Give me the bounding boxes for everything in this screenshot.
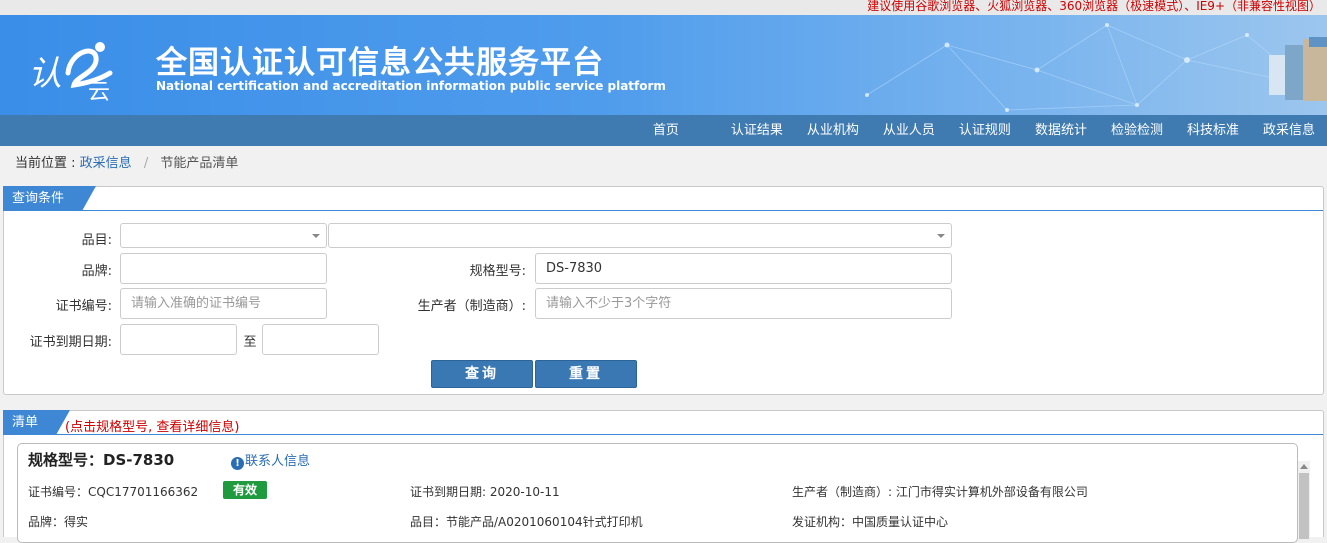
browser-recommendation-note: 建议使用谷歌浏览器、火狐浏览器、360浏览器（极速模式）、IE9+（非兼容性视图… xyxy=(0,0,1327,15)
list-item: 规格型号：DS-7830 ! 联系人信息 证书编号：CQC17701166362 … xyxy=(17,443,1298,543)
nav-cert-results[interactable]: 认证结果 xyxy=(719,115,795,146)
cert-no-input[interactable] xyxy=(120,288,327,319)
info-icon: ! xyxy=(231,457,244,470)
category-label: 品目: xyxy=(81,233,112,248)
site-title: 全国认证认可信息公共服务平台 xyxy=(156,45,604,81)
model-label: 规格型号: xyxy=(469,264,526,279)
scroll-up-arrow-icon[interactable] xyxy=(1300,464,1308,469)
query-panel-tab: 查询条件 xyxy=(3,186,96,211)
query-panel-divider xyxy=(4,210,1323,211)
expiry-start-input[interactable] xyxy=(120,324,237,355)
date-range-to-label: 至 xyxy=(243,335,257,350)
producer-value: 生产者（制造商）: 江门市得实计算机外部设备有限公司 xyxy=(792,485,1088,499)
nav-procurement[interactable]: 政采信息 xyxy=(1251,115,1327,146)
producer-label: 生产者（制造商）: xyxy=(417,299,526,314)
breadcrumb-link-procurement[interactable]: 政采信息 xyxy=(80,156,132,171)
photo-collage-decoration xyxy=(1269,37,1327,101)
search-button[interactable]: 查询 xyxy=(431,360,533,388)
subcategory-select[interactable] xyxy=(328,223,952,248)
result-list-panel: 清单 (点击规格型号, 查看详细信息) 规格型号：DS-7830 ! 联系人信息 … xyxy=(3,410,1324,543)
cert-no-value: 证书编号：CQC17701166362 xyxy=(28,485,199,499)
query-panel: 查询条件 品目: 品牌: 规格型号: 证书编号: 生产者（制造商）: 证书到期日… xyxy=(3,186,1324,395)
brand-label: 品牌: xyxy=(81,264,112,279)
result-list-hint: (点击规格型号, 查看详细信息) xyxy=(65,420,240,435)
result-list-tab: 清单 xyxy=(3,410,70,435)
scrollbar-thumb[interactable] xyxy=(1299,473,1309,539)
list-scrollbar[interactable] xyxy=(1298,461,1310,541)
chevron-down-icon xyxy=(937,234,945,238)
status-badge: 有效 xyxy=(223,481,267,499)
brand-value: 品牌：得实 xyxy=(28,515,89,529)
nav-inspection[interactable]: 检验检测 xyxy=(1099,115,1175,146)
brand-input[interactable] xyxy=(120,253,327,284)
nav-standards[interactable]: 科技标准 xyxy=(1175,115,1251,146)
category-value: 品目：节能产品/A0201060104针式打印机 xyxy=(410,515,643,529)
breadcrumb-separator: / xyxy=(143,156,149,171)
svg-text:云: 云 xyxy=(88,80,110,103)
model-title-link[interactable]: 规格型号：DS-7830 xyxy=(28,449,174,470)
breadcrumb-prefix: 当前位置 : xyxy=(15,156,76,171)
header-banner: 认 云 全国认证认可信息公共服务平台 National certificatio… xyxy=(0,15,1327,115)
chevron-down-icon xyxy=(312,234,320,238)
cert-no-label: 证书编号: xyxy=(55,299,112,314)
reset-button[interactable]: 重置 xyxy=(535,360,637,388)
nav-home[interactable]: 首页 xyxy=(641,115,719,146)
nav-statistics[interactable]: 数据统计 xyxy=(1023,115,1099,146)
svg-text:认: 认 xyxy=(28,54,62,94)
nav-cert-rules[interactable]: 认证规则 xyxy=(947,115,1023,146)
model-input[interactable] xyxy=(535,253,952,284)
nav-institutions[interactable]: 从业机构 xyxy=(795,115,871,146)
site-title-english: National certification and accreditation… xyxy=(156,79,666,93)
nav-personnel[interactable]: 从业人员 xyxy=(871,115,947,146)
issuer-value: 发证机构：中国质量认证中心 xyxy=(792,515,949,529)
breadcrumb: 当前位置 : 政采信息 / 节能产品清单 xyxy=(0,146,1327,182)
contact-info-link[interactable]: ! 联系人信息 xyxy=(231,450,310,470)
main-nav: 首页 认证结果 从业机构 从业人员 认证规则 数据统计 检验检测 科技标准 政采… xyxy=(0,115,1327,146)
site-logo: 认 云 xyxy=(28,42,113,103)
producer-input[interactable] xyxy=(535,288,952,319)
expiry-label: 证书到期日期: xyxy=(29,335,112,350)
contact-info-label: 联系人信息 xyxy=(245,454,311,469)
category-select[interactable] xyxy=(120,223,327,248)
breadcrumb-current: 节能产品清单 xyxy=(160,156,239,171)
expiry-value: 证书到期日期: 2020-10-11 xyxy=(410,485,560,499)
expiry-end-input[interactable] xyxy=(262,324,379,355)
network-decoration xyxy=(865,23,1327,112)
